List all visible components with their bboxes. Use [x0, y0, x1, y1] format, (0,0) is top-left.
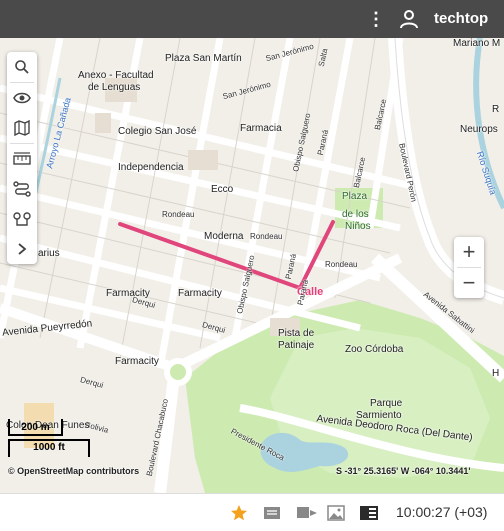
- label-rondeau-2: Rondeau: [250, 232, 283, 241]
- label-rondeau-1: Rondeau: [162, 210, 195, 219]
- label-farmacity-3: Farmacity: [115, 356, 159, 367]
- expand-toolbar-button[interactable]: [7, 234, 37, 264]
- label-mariano-1: Mariano M: [453, 38, 501, 49]
- map-attribution[interactable]: © OpenStreetMap contributors: [8, 466, 139, 476]
- building: [95, 113, 111, 133]
- label-ecco: Ecco: [211, 184, 234, 195]
- label-parque-1: Parque: [370, 398, 403, 409]
- top-bar: ⋮ techtop: [0, 0, 504, 38]
- label-right-edge-r: R: [492, 104, 500, 115]
- eye-icon: [13, 92, 31, 104]
- roundabout: [164, 358, 192, 386]
- user-name[interactable]: techtop: [434, 10, 488, 27]
- message-icon[interactable]: [263, 504, 281, 522]
- map-button[interactable]: [7, 113, 37, 143]
- zoom-in-button[interactable]: +: [454, 237, 484, 267]
- label-pista-1: Pista de: [278, 328, 315, 339]
- label-zoo: Zoo Córdoba: [345, 344, 404, 355]
- label-pista-2: Patinaje: [278, 340, 315, 351]
- waypoints-button[interactable]: [7, 204, 37, 234]
- zoom-out-button[interactable]: −: [454, 268, 484, 298]
- send-icon[interactable]: [296, 504, 318, 522]
- chevron-right-icon: [18, 243, 27, 255]
- layers-button[interactable]: [7, 83, 37, 113]
- search-button[interactable]: [7, 52, 37, 82]
- search-icon: [15, 60, 29, 74]
- label-independencia: Independencia: [118, 162, 184, 173]
- cursor-coordinates: S -31° 25.3165' W -064° 10.3441': [336, 466, 471, 476]
- label-colegio: Colegio San José: [118, 126, 197, 137]
- label-plaza-ninos-2: de los: [342, 209, 369, 220]
- scale-imperial: 1000 ft: [8, 439, 90, 457]
- ruler-button[interactable]: [7, 144, 37, 174]
- map-toolbar: [7, 52, 37, 264]
- book-icon[interactable]: [359, 504, 379, 522]
- label-anexo-2: de Lenguas: [88, 82, 141, 93]
- label-farmacity-2: Farmacity: [178, 288, 222, 299]
- building: [188, 150, 218, 170]
- image-icon[interactable]: [327, 504, 345, 522]
- route-icon: [13, 181, 31, 197]
- scale-metric: 200 m: [8, 419, 63, 436]
- label-rondeau-3: Rondeau: [325, 260, 358, 269]
- ruler-icon: [13, 152, 31, 165]
- label-anexo-1: Anexo - Facultad: [78, 70, 154, 81]
- zoom-control: + −: [454, 237, 484, 298]
- star-icon[interactable]: [230, 504, 248, 522]
- map-view[interactable]: Plaza San Martín Anexo - Facultad de Len…: [0, 38, 504, 493]
- kebab-menu-icon[interactable]: ⋮: [366, 9, 386, 29]
- waypoints-icon: [13, 212, 31, 226]
- scale-bar: 200 m 1000 ft: [4, 419, 94, 461]
- label-right-edge-h: H: [492, 368, 500, 379]
- label-plaza-san-martin: Plaza San Martín: [165, 53, 242, 64]
- label-plaza-ninos-1: Plaza: [342, 191, 368, 202]
- bottom-bar: 10:00:27 (+03): [0, 493, 504, 531]
- label-moderna: Moderna: [204, 231, 244, 242]
- label-arius: arius: [38, 248, 60, 259]
- label-farmacia: Farmacia: [240, 123, 282, 134]
- label-plaza-ninos-3: Niños: [345, 221, 371, 232]
- map-icon: [14, 120, 30, 136]
- status-time: 10:00:27 (+03): [396, 504, 488, 520]
- route-button[interactable]: [7, 174, 37, 204]
- label-neurops: Neurops: [460, 124, 498, 135]
- user-icon[interactable]: [399, 9, 419, 29]
